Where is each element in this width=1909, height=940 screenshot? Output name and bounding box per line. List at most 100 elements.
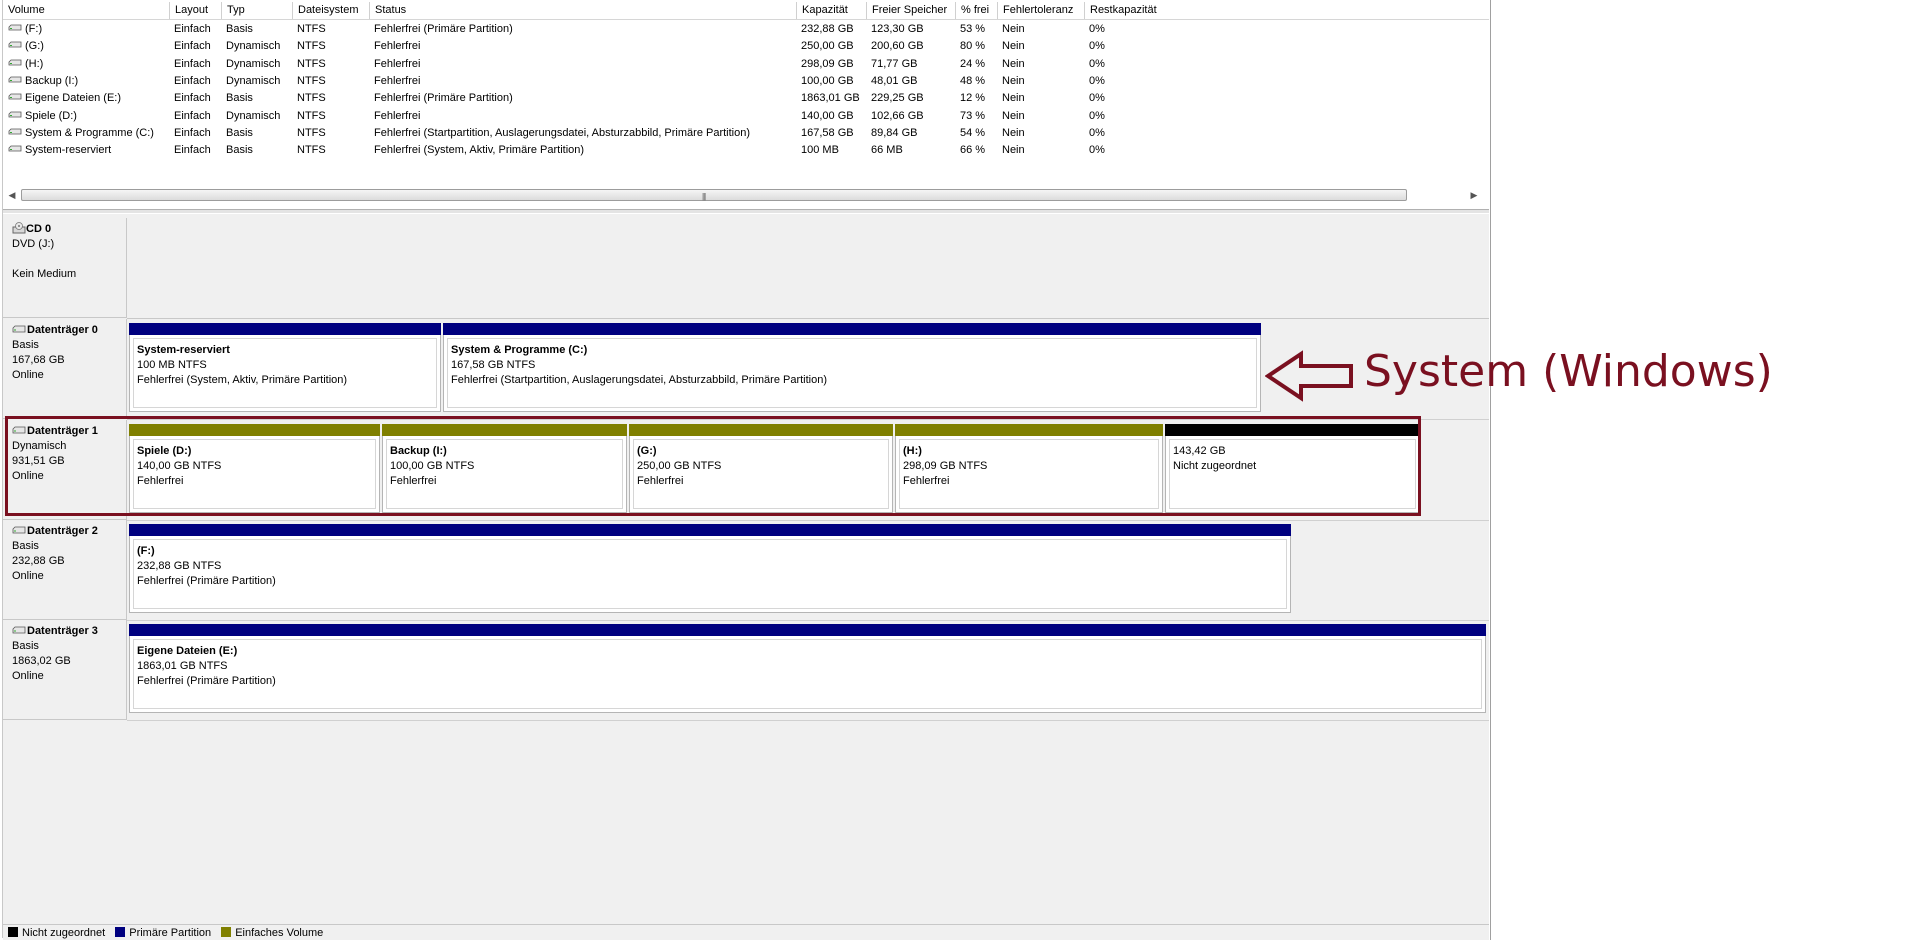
partition-volume[interactable]: System & Programme (C:) 167,58 GB NTFS Feh… xyxy=(443,323,1261,412)
volume-row[interactable]: System-reserviert Einfach Basis NTFS Fehlerf… xyxy=(3,142,1489,159)
hard-disk-icon xyxy=(12,525,26,535)
volume-row[interactable]: Spiele (D:) Einfach Dynamisch NTFS Fehlerfre… xyxy=(3,108,1489,125)
partition-info: System-reserviert 100 MB NTFS Fehlerfrei (… xyxy=(133,338,437,408)
disk-name: Datenträger 0 xyxy=(27,324,98,336)
disk-label-0[interactable]: Datenträger 0 Basis 167,68 GB Online xyxy=(3,319,127,419)
cell-fehlertoleranz: Nein xyxy=(997,125,1025,142)
cell-text: 53 % xyxy=(960,23,986,35)
cell-text: Dynamisch xyxy=(226,109,281,122)
disk-size: 167,68 GB xyxy=(12,354,65,366)
column-typ[interactable]: Typ xyxy=(221,2,292,19)
disk-label-2[interactable]: Datenträger 2 Basis 232,88 GB Online xyxy=(3,520,127,620)
scroll-thumb[interactable]: ||| xyxy=(21,189,1407,201)
scroll-left-icon[interactable]: ◀ xyxy=(5,187,19,203)
cell-freier-speicher: 66 MB xyxy=(866,142,903,159)
scroll-right-icon[interactable]: ▶ xyxy=(1467,187,1481,203)
cell-typ: Dynamisch xyxy=(221,38,280,55)
column-fehlertoleranz[interactable]: Fehlertoleranz xyxy=(997,2,1084,19)
cell-layout: Einfach xyxy=(169,38,211,55)
disk-name: Datenträger 3 xyxy=(27,625,98,637)
cell-text: 0% xyxy=(1089,144,1105,157)
cell-dateisystem: NTFS xyxy=(292,21,326,38)
volume-row[interactable]: (G:) Einfach Dynamisch NTFS Fehlerfrei 250,00… xyxy=(3,38,1489,55)
partition-volume[interactable]: System-reserviert 100 MB NTFS Fehlerfrei (… xyxy=(129,323,441,412)
cell-status: Fehlerfrei xyxy=(369,56,420,73)
volume-row[interactable]: System & Programme (C:) Einfach Basis NTFS F… xyxy=(3,125,1489,142)
column-kapazitaet[interactable]: Kapazität xyxy=(796,2,866,19)
cell-text: Fehlerfrei (Primäre Partition) xyxy=(374,23,513,35)
column-dateisystem[interactable]: Dateisystem xyxy=(292,2,369,19)
cell-layout: Einfach xyxy=(169,90,211,107)
column-prozent-frei[interactable]: % frei xyxy=(955,2,997,19)
cell-dateisystem: NTFS xyxy=(292,108,326,125)
hard-disk-icon xyxy=(12,625,26,635)
disk-label-3[interactable]: Datenträger 3 Basis 1863,02 GB Online xyxy=(3,620,127,720)
cell-text: Einfach xyxy=(174,109,211,122)
cell-prozent-frei: 53 % xyxy=(955,21,985,38)
column-restkapazitaet[interactable]: Restkapazität xyxy=(1084,2,1204,19)
cd-label[interactable]: CD 0 DVD (J:) Kein Medium xyxy=(3,218,127,318)
partition-status: Fehlerfrei (System, Aktiv, Primäre Parti… xyxy=(137,374,348,386)
pane-splitter[interactable] xyxy=(3,209,1489,213)
cell-typ: Dynamisch xyxy=(221,108,280,125)
cell-text: 102,66 GB xyxy=(871,109,924,122)
cell-text: 0% xyxy=(1089,92,1105,105)
partition-volume[interactable]: (F:) 232,88 GB NTFS Fehlerfrei (Primäre Pa… xyxy=(129,524,1291,613)
partition-type-bar xyxy=(129,624,1486,636)
volume-row[interactable]: Backup (I:) Einfach Dynamisch NTFS Fehlerfre… xyxy=(3,73,1489,90)
cell-freier-speicher: 123,30 GB xyxy=(866,21,924,38)
legend: Nicht zugeordnet Primäre Partition Einfa… xyxy=(3,924,1489,940)
cell-layout: Einfach xyxy=(169,108,211,125)
cell-prozent-frei: 73 % xyxy=(955,108,985,125)
cell-restkapazitaet: 0% xyxy=(1084,142,1105,159)
cell-text: Nein xyxy=(1002,57,1025,70)
partition-name: System-reserviert xyxy=(137,344,230,356)
partition-size: 100 MB NTFS xyxy=(137,359,207,371)
cell-status: Fehlerfrei xyxy=(369,108,420,125)
column-volume[interactable]: Volume xyxy=(3,2,169,19)
cell-prozent-frei: 80 % xyxy=(955,38,985,55)
volume-drive-icon xyxy=(8,128,22,136)
column-freier-speicher[interactable]: Freier Speicher xyxy=(866,2,955,19)
legend-unallocated: Nicht zugeordnet xyxy=(8,925,105,940)
cell-fehlertoleranz: Nein xyxy=(997,56,1025,73)
partition-body: Eigene Dateien (E:) 1863,01 GB NTFS Fehler… xyxy=(129,636,1486,713)
volume-row[interactable]: Eigene Dateien (E:) Einfach Basis NTFS Fehle… xyxy=(3,90,1489,107)
scroll-track[interactable]: ||| xyxy=(21,189,1465,201)
disk-size: 1863,02 GB xyxy=(12,655,71,667)
cell-volume: System-reserviert xyxy=(3,142,111,159)
cell-freier-speicher: 200,60 GB xyxy=(866,38,924,55)
column-status[interactable]: Status xyxy=(369,2,796,19)
cell-text: Nein xyxy=(1002,126,1025,139)
cell-freier-speicher: 48,01 GB xyxy=(866,73,917,90)
cell-text: NTFS xyxy=(297,109,326,122)
cell-text: 100,00 GB xyxy=(801,74,854,87)
legend-simple: Einfaches Volume xyxy=(221,925,323,940)
cell-text: NTFS xyxy=(297,144,326,157)
cell-typ: Dynamisch xyxy=(221,56,280,73)
cell-text: Nein xyxy=(1002,109,1025,122)
cell-kapazitaet: 250,00 GB xyxy=(796,38,854,55)
partition-body: (F:) 232,88 GB NTFS Fehlerfrei (Primäre Pa… xyxy=(129,536,1291,613)
volume-row[interactable]: (H:) Einfach Dynamisch NTFS Fehlerfrei 298,09… xyxy=(3,56,1489,73)
cell-typ: Dynamisch xyxy=(221,73,280,90)
cell-restkapazitaet: 0% xyxy=(1084,56,1105,73)
cell-prozent-frei: 54 % xyxy=(955,125,985,142)
cell-status: Fehlerfrei xyxy=(369,73,420,90)
volume-drive-icon xyxy=(8,24,22,32)
volume-drive-icon xyxy=(8,145,22,153)
partition-volume[interactable]: Eigene Dateien (E:) 1863,01 GB NTFS Fehler… xyxy=(129,624,1486,713)
cell-text: 80 % xyxy=(960,40,986,53)
cell-text: 71,77 GB xyxy=(871,57,918,70)
legend-label: Einfaches Volume xyxy=(235,927,324,939)
cell-volume: Spiele (D:) xyxy=(3,108,77,125)
cell-volume: (H:) xyxy=(3,56,43,73)
column-layout[interactable]: Layout xyxy=(169,2,221,19)
cell-prozent-frei: 48 % xyxy=(955,73,985,90)
cd-drive-icon xyxy=(12,222,26,234)
cell-text: NTFS xyxy=(297,92,326,105)
horizontal-scrollbar[interactable]: ◀ ||| ▶ xyxy=(5,187,1481,203)
cell-text: Nein xyxy=(1002,144,1025,157)
volume-row[interactable]: (F:) Einfach Basis NTFS Fehlerfrei (Primäre … xyxy=(3,21,1489,38)
cell-freier-speicher: 89,84 GB xyxy=(866,125,917,142)
